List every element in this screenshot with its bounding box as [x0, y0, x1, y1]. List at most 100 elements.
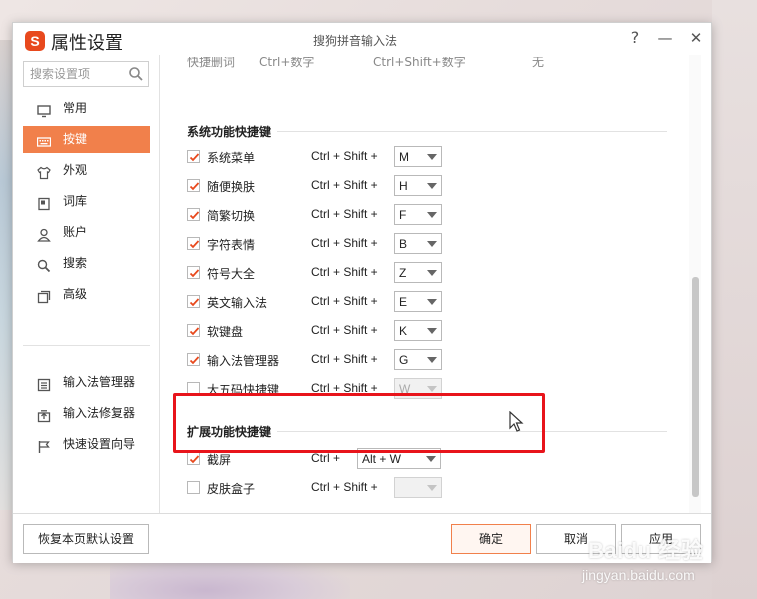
chevron-down-icon [426, 456, 436, 462]
checkbox-screenshot[interactable] [187, 452, 200, 465]
scrollbar-thumb[interactable] [692, 277, 699, 497]
hotkey-checkbox[interactable] [187, 324, 200, 337]
sidebar-item-keys[interactable]: 按键 [23, 126, 150, 153]
hotkey-modifier: Ctrl + Shift + [311, 265, 378, 279]
minimize-button[interactable]: — [655, 28, 675, 48]
hotkey-row: 输入法管理器 Ctrl + Shift + G [187, 349, 587, 371]
search-icon[interactable] [128, 66, 144, 82]
selected-key: M [399, 150, 409, 164]
hotkey-label: 字符表情 [207, 238, 256, 252]
selected-key: F [399, 208, 407, 222]
hotkey-label: 简繁切换 [207, 209, 256, 223]
hotkey-checkbox[interactable] [187, 179, 200, 192]
keyboard-icon [36, 132, 52, 147]
ok-button[interactable]: 确定 [451, 524, 531, 554]
hotkey-key-select[interactable]: B [394, 233, 442, 254]
hotkey-checkbox[interactable] [187, 295, 200, 308]
content-scrollbar[interactable] [689, 55, 701, 513]
hotkey-key-select[interactable]: F [394, 204, 442, 225]
chevron-down-icon [427, 485, 437, 491]
hotkey-checkbox[interactable] [187, 150, 200, 163]
hotkey-modifier: Ctrl + Shift + [311, 207, 378, 221]
background-photo-edge [0, 40, 12, 510]
search-box [23, 61, 149, 87]
chevron-down-icon [427, 299, 437, 305]
chevron-down-icon [427, 241, 437, 247]
search-icon [37, 256, 51, 273]
sidebar-item-label: 高级 [63, 287, 88, 301]
hotkey-key-select[interactable]: M [394, 146, 442, 167]
sidebar-item-appearance[interactable]: 外观 [23, 157, 150, 184]
hotkey-label: 软键盘 [207, 325, 244, 339]
sidebar-item-common[interactable]: 常用 [23, 95, 150, 122]
nav-list: 常用 按键 外观 词库 账户 搜索 高级 [23, 95, 150, 312]
hotkey-modifier: Ctrl + Shift + [311, 149, 378, 163]
hotkey-row: 字符表情 Ctrl + Shift + B [187, 233, 587, 255]
hotkey-checkbox[interactable] [187, 208, 200, 221]
hotkey-modifier: Ctrl + Shift + [311, 236, 378, 250]
hotkey-label: 符号大全 [207, 267, 256, 281]
sidebar-item-label: 账户 [63, 225, 88, 239]
hotkey-key-select[interactable]: K [394, 320, 442, 341]
chevron-down-icon [427, 212, 437, 218]
background-right [712, 0, 757, 599]
sidebar-item-advanced[interactable]: 高级 [23, 281, 150, 308]
sidebar-item-label: 词库 [63, 194, 88, 208]
hotkey-checkbox[interactable] [187, 353, 200, 366]
sidebar-item-label: 输入法修复器 [63, 406, 136, 420]
radio-option-ctrl-shift-number[interactable]: Ctrl+Shift+数字 [373, 57, 466, 70]
sidebar-item-label: 快速设置向导 [63, 437, 136, 451]
hotkey-key-select[interactable] [394, 477, 442, 498]
user-icon [37, 225, 51, 242]
hotkey-modifier: Ctrl + Shift + [311, 323, 378, 337]
tools-list: 输入法管理器 输入法修复器 快速设置向导 [23, 369, 160, 462]
radio-option-ctrl-number[interactable]: Ctrl+数字 [259, 57, 314, 70]
chevron-down-icon [427, 154, 437, 160]
sidebar-item-quick-wizard[interactable]: 快速设置向导 [23, 431, 160, 458]
help-button[interactable]: ? [625, 28, 645, 48]
chevron-down-icon [427, 183, 437, 189]
hotkey-checkbox[interactable] [187, 266, 200, 279]
sidebar-item-ime-repair[interactable]: 输入法修复器 [23, 400, 160, 427]
hotkey-row: 简繁切换 Ctrl + Shift + F [187, 204, 587, 226]
hotkey-modifier: Ctrl + Shift + [311, 480, 378, 494]
selected-key: E [399, 295, 408, 309]
selected-key: H [399, 179, 408, 193]
advanced-icon [37, 287, 51, 304]
sidebar-item-label: 常用 [63, 101, 88, 115]
hotkey-key-select[interactable]: G [394, 349, 442, 370]
section-title: 系统功能快捷键 [187, 125, 272, 139]
window-title: 属性设置 [51, 33, 123, 54]
restore-defaults-button[interactable]: 恢复本页默认设置 [23, 524, 149, 554]
selected-key: K [399, 324, 408, 338]
sidebar-item-account[interactable]: 账户 [23, 219, 150, 246]
checkbox-skin-box[interactable] [187, 481, 200, 494]
sidebar-item-ime-manager[interactable]: 输入法管理器 [23, 369, 160, 396]
monitor-icon [37, 101, 51, 118]
sidebar-item-dictionary[interactable]: 词库 [23, 188, 150, 215]
search-input[interactable] [24, 62, 124, 86]
selected-key: Alt + W [362, 452, 402, 466]
hotkey-key-select[interactable]: H [394, 175, 442, 196]
app-name: 搜狗拼音输入法 [313, 34, 398, 48]
hotkey-row: 系统菜单 Ctrl + Shift + M [187, 146, 587, 168]
hotkey-checkbox[interactable] [187, 237, 200, 250]
manager-icon [37, 375, 51, 392]
hotkey-row: 软键盘 Ctrl + Shift + K [187, 320, 587, 342]
close-button[interactable]: ✕ [686, 28, 706, 48]
hotkey-modifier: Ctrl + Shift + [311, 178, 378, 192]
sidebar-item-search[interactable]: 搜索 [23, 250, 150, 277]
delete-word-row-partial: 快捷删词 Ctrl+数字 Ctrl+Shift+数字 无 [187, 57, 587, 71]
watermark-url: jingyan.baidu.com [582, 567, 695, 583]
sidebar-item-label: 输入法管理器 [63, 375, 136, 389]
hotkey-row: 随便换肤 Ctrl + Shift + H [187, 175, 587, 197]
chevron-down-icon [427, 328, 437, 334]
sogou-logo-icon: S [25, 31, 45, 51]
title-bar[interactable]: S 属性设置 搜狗拼音输入法 ? — ✕ [13, 23, 711, 55]
hotkey-key-select[interactable]: Z [394, 262, 442, 283]
radio-option-none[interactable]: 无 [532, 57, 544, 70]
hotkey-modifier: Ctrl + [311, 451, 341, 465]
chevron-down-icon [427, 386, 437, 392]
sidebar-item-label: 外观 [63, 163, 88, 177]
hotkey-key-select[interactable]: E [394, 291, 442, 312]
